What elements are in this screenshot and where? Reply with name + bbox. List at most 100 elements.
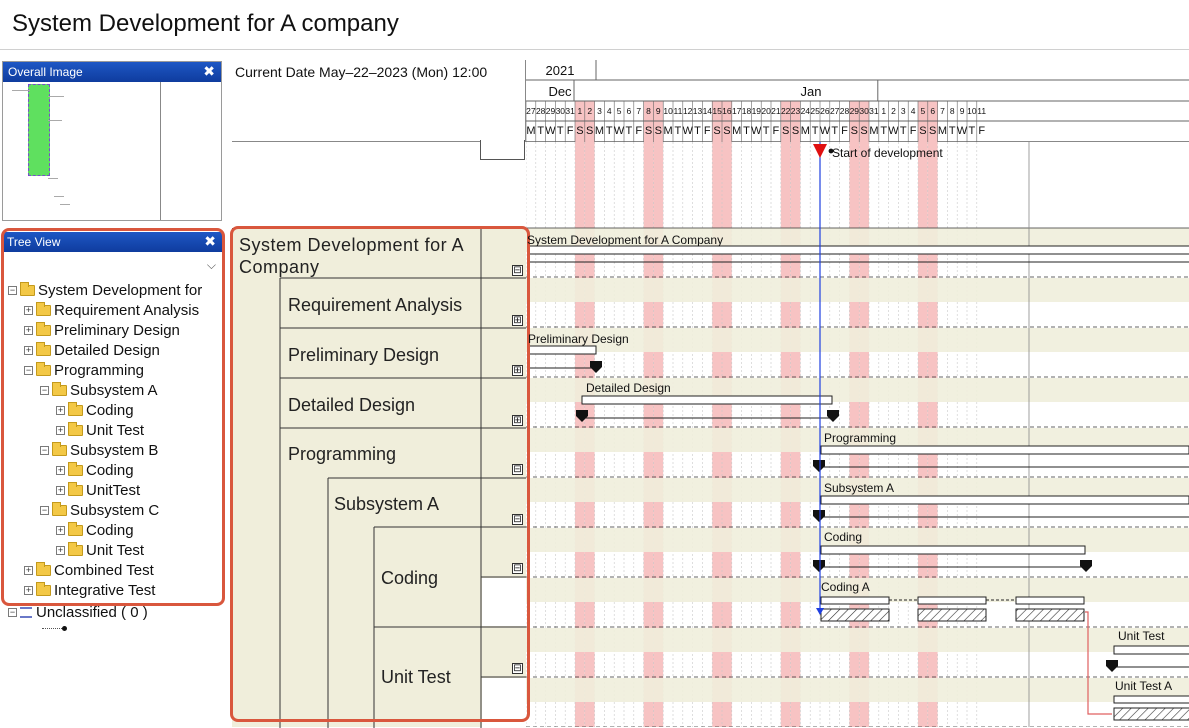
tree-item[interactable]: + Preliminary Design	[24, 320, 180, 340]
tree-item[interactable]: + Requirement Analysis	[24, 300, 199, 320]
day-number: 3	[901, 106, 906, 116]
tree-item[interactable]: − Programming	[24, 360, 144, 380]
tree-item[interactable]: + Coding	[56, 460, 134, 480]
tree-item[interactable]: + Coding	[56, 520, 134, 540]
overall-close-icon[interactable]: ✖	[203, 63, 215, 80]
expand-icon[interactable]: +	[24, 305, 33, 315]
header-box	[480, 140, 525, 160]
summary-bar	[527, 245, 1189, 255]
milestone-marker	[813, 510, 825, 522]
tree-item[interactable]: + Integrative Test	[24, 580, 155, 600]
collapse-icon[interactable]: −	[40, 505, 49, 515]
tree-item[interactable]: + Unit Test	[56, 420, 144, 440]
folder-icon	[20, 281, 35, 296]
folder-icon	[68, 461, 83, 476]
collapse-icon[interactable]: ⊟	[512, 464, 523, 475]
day-number: 14	[703, 106, 713, 116]
task-label[interactable]: Preliminary Design	[288, 345, 439, 366]
expand-icon[interactable]: +	[56, 465, 65, 475]
task-label[interactable]: Subsystem A	[334, 494, 439, 515]
weekday-letter: W	[957, 125, 968, 137]
tree-item-label: Detailed Design	[54, 341, 160, 359]
tree-item[interactable]: + Detailed Design	[24, 340, 160, 360]
collapse-icon[interactable]: −	[24, 365, 33, 375]
milestone-marker	[813, 460, 825, 472]
tree-item[interactable]: − System Development for	[8, 280, 202, 300]
weekday-letter: F	[841, 125, 848, 137]
weekday-letter: S	[929, 125, 936, 137]
task-label[interactable]: Programming	[288, 444, 396, 465]
tree-item[interactable]: − Subsystem C	[40, 500, 159, 520]
day-number: 28	[536, 106, 546, 116]
collapse-icon[interactable]: −	[40, 445, 49, 455]
day-number: 22	[781, 106, 791, 116]
weekday-letter: W	[545, 125, 556, 137]
day-number: 16	[722, 106, 732, 116]
task-label[interactable]: Unit Test	[381, 667, 451, 688]
weekday-letter: S	[782, 125, 789, 137]
collapse-icon[interactable]: ⊟	[512, 563, 523, 574]
expand-icon[interactable]: ⊞	[512, 315, 523, 326]
weekday-letter: T	[557, 125, 564, 137]
folder-icon	[36, 321, 51, 336]
collapse-icon[interactable]: −	[8, 607, 17, 617]
weekday-letter: T	[606, 125, 613, 137]
task-label-root[interactable]: System Development for A Company	[239, 234, 479, 278]
collapse-icon[interactable]: ⊟	[512, 265, 523, 276]
task-label[interactable]: Detailed Design	[288, 395, 415, 416]
window-title: System Development for A company	[12, 10, 399, 37]
weekday-letter: T	[880, 125, 887, 137]
tree-item-label: Coding	[86, 521, 134, 539]
expand-icon[interactable]: +	[24, 565, 33, 575]
tree-item[interactable]: − Subsystem A	[40, 380, 158, 400]
year-label: 2021	[546, 63, 575, 78]
tree-view-header: Tree View ✖	[2, 232, 222, 252]
tree-item[interactable]: − Subsystem B	[40, 440, 158, 460]
unclassified-dot	[62, 626, 67, 631]
expand-icon[interactable]: +	[24, 585, 33, 595]
task-label[interactable]: Requirement Analysis	[288, 295, 462, 316]
expand-icon[interactable]: ⊞	[512, 365, 523, 376]
day-number: 31	[565, 106, 575, 116]
stack-icon	[20, 606, 32, 618]
collapse-icon[interactable]: −	[40, 385, 49, 395]
tree-item[interactable]: + Unit Test	[56, 540, 144, 560]
bar-label: Detailed Design	[586, 381, 671, 395]
expand-icon[interactable]: +	[56, 525, 65, 535]
tree-item-unclassified[interactable]: − Unclassified ( 0 )	[8, 602, 148, 622]
tree-item-label: UnitTest	[86, 481, 141, 499]
weekday-letter: M	[938, 125, 947, 137]
tree-close-icon[interactable]: ✖	[204, 233, 216, 250]
viewport-rect[interactable]	[28, 84, 50, 176]
expand-icon[interactable]: +	[56, 425, 65, 435]
tree-item[interactable]: + UnitTest	[56, 480, 140, 500]
weekday-letter: S	[919, 125, 926, 137]
collapse-icon[interactable]: −	[8, 285, 17, 295]
unclassified-connector	[42, 628, 64, 629]
weekday-letter: M	[526, 125, 535, 137]
expand-icon[interactable]: +	[56, 545, 65, 555]
expand-icon[interactable]: +	[56, 485, 65, 495]
weekday-letter: T	[900, 125, 907, 137]
tree-item[interactable]: + Combined Test	[24, 560, 154, 580]
collapse-icon[interactable]: ⊟	[512, 663, 523, 674]
weekday-letter: T	[969, 125, 976, 137]
weekday-letter: T	[812, 125, 819, 137]
day-number: 13	[693, 106, 703, 116]
overall-image-canvas[interactable]	[4, 82, 161, 220]
bar-label: Unit Test A	[1115, 679, 1173, 693]
day-number: 25	[810, 106, 820, 116]
folder-icon	[68, 401, 83, 416]
expand-icon[interactable]: +	[24, 325, 33, 335]
day-number: 7	[940, 106, 945, 116]
task-label[interactable]: Coding	[381, 568, 438, 589]
split-task-bar	[820, 596, 890, 605]
weekday-letter: T	[537, 125, 544, 137]
expand-icon[interactable]: ⊞	[512, 415, 523, 426]
weekday-letter: W	[820, 125, 831, 137]
collapse-icon[interactable]: ⊟	[512, 514, 523, 525]
day-number: 29	[546, 106, 556, 116]
expand-icon[interactable]: +	[24, 345, 33, 355]
expand-icon[interactable]: +	[56, 405, 65, 415]
tree-item[interactable]: + Coding	[56, 400, 134, 420]
